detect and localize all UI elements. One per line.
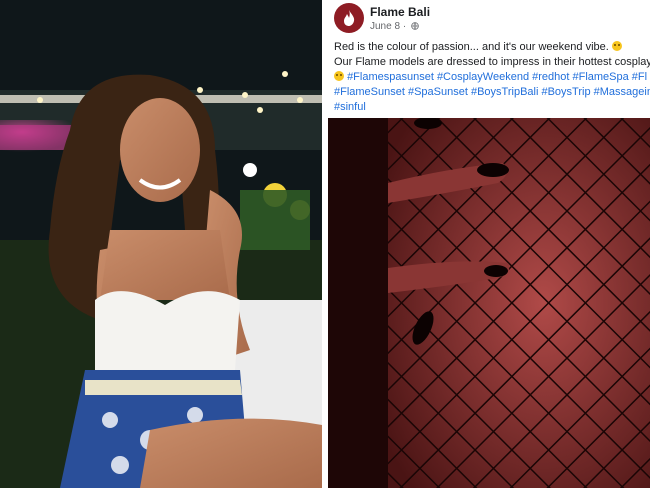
meta-separator: · xyxy=(402,21,407,32)
post-header: Flame Bali June 8 · xyxy=(334,3,644,35)
page-name[interactable]: Flame Bali xyxy=(370,5,430,19)
post-date[interactable]: June 8 xyxy=(370,21,400,32)
post-text-line-1: Red is the colour of passion... and it's… xyxy=(334,40,650,55)
winking-face-icon xyxy=(611,41,622,51)
avatar[interactable] xyxy=(334,3,364,33)
winking-face-icon xyxy=(334,71,344,81)
fishnet-photo-illustration xyxy=(328,118,650,488)
left-photo xyxy=(0,0,322,488)
post-meta: June 8 · xyxy=(370,21,419,32)
hashtags-line-3[interactable]: #sinful xyxy=(334,100,650,115)
post-text-line-2: Our Flame models are dressed to impress … xyxy=(334,56,650,68)
flame-logo-icon xyxy=(344,10,355,26)
left-photo-illustration xyxy=(0,0,322,488)
hashtags-line-1-content[interactable]: #Flamespasunset #CosplayWeekend #redhot … xyxy=(347,71,647,83)
post-image[interactable] xyxy=(328,118,650,488)
globe-icon xyxy=(411,22,419,30)
facebook-post: Flame Bali June 8 · Red is the colour of… xyxy=(326,0,650,488)
hashtags-line-1[interactable]: #Flamespasunset #CosplayWeekend #redhot … xyxy=(334,70,650,85)
post-text: Red is the colour of passion... and it's… xyxy=(334,40,650,115)
hashtags-line-2[interactable]: #FlameSunset #SpaSunset #BoysTripBali #B… xyxy=(334,85,650,100)
post-text-line-1-content: Red is the colour of passion... and it's… xyxy=(334,41,609,53)
